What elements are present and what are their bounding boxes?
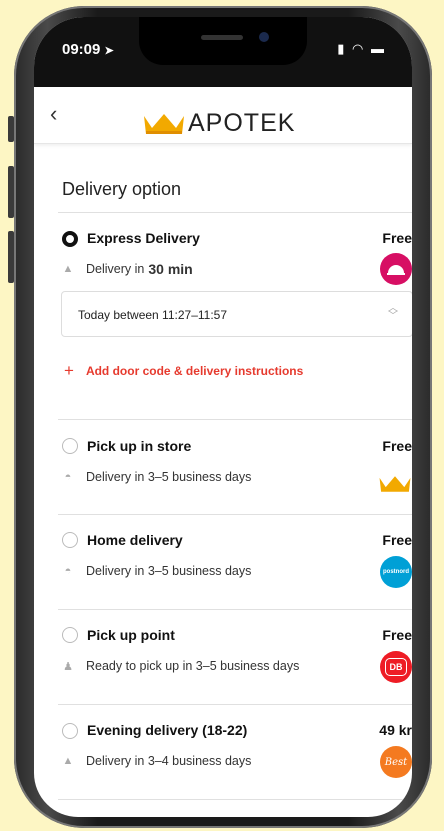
foodora-logo <box>380 253 412 285</box>
radio-evening-delivery[interactable] <box>62 723 78 739</box>
option-price: Free <box>382 230 412 246</box>
radio-home-delivery[interactable] <box>62 532 78 548</box>
divider <box>58 799 412 800</box>
option-sub-time: 30 min <box>148 261 193 277</box>
add-instructions-label: Add door code & delivery instructions <box>85 364 304 378</box>
crown-icon <box>144 113 184 134</box>
option-sub-text: Delivery in 3–5 business days <box>86 470 252 484</box>
location-arrow-icon: ➤ <box>104 45 114 57</box>
option-subtitle: ♟ Ready to pick up in 3–5 business days <box>62 659 299 673</box>
page-title: Delivery option <box>62 179 182 199</box>
system-icons: ▮ ◠ ▬ <box>337 41 386 57</box>
option-price: Free <box>382 532 412 548</box>
divider <box>58 514 412 515</box>
status-time-text: 09:09 <box>62 41 101 58</box>
battery-icon: ▬ <box>371 41 386 56</box>
apotek-logo: APOTEK <box>142 109 295 138</box>
option-sub-prefix: Delivery in <box>86 262 145 276</box>
db-logo-text: DB <box>385 658 407 676</box>
chevron-left-icon: ‹ <box>50 101 58 126</box>
back-button[interactable]: ‹ <box>50 101 57 127</box>
divider <box>58 609 412 610</box>
radio-pickup-point[interactable] <box>62 627 78 643</box>
up-down-chevron-icon: ︿ ﹀ <box>388 303 398 322</box>
mute-switch <box>8 116 14 142</box>
option-subtitle: ◓ Delivery in 3–5 business days <box>62 470 252 484</box>
option-title: Pick up point <box>87 627 175 643</box>
time-select-value: Today between 11:27–11:57 <box>78 308 228 322</box>
option-price: Free <box>382 438 412 454</box>
volume-down-button <box>8 231 14 283</box>
notch <box>139 17 307 65</box>
option-sub-text: Delivery in 3–5 business days <box>86 564 252 578</box>
db-schenker-logo: DB <box>380 651 412 683</box>
postnord-logo: postnord <box>380 556 412 588</box>
best-logo: Best <box>380 746 412 778</box>
divider <box>58 212 412 213</box>
speaker <box>201 35 243 40</box>
app-header: ‹ APOTEK <box>34 87 412 144</box>
option-title: Evening delivery (18-22) <box>87 722 248 738</box>
option-subtitle: ▲ Delivery in 3–4 business days <box>62 754 252 768</box>
radio-store-pickup[interactable] <box>62 438 78 454</box>
plus-icon: + <box>64 361 74 380</box>
radio-express[interactable] <box>62 231 78 247</box>
apotek-crown-logo <box>379 476 411 492</box>
option-title: Home delivery <box>87 532 183 548</box>
option-subtitle: ◓ Delivery in 3–5 business days <box>62 564 252 578</box>
phone-screen: 09:09 ➤ ▮ ◠ ▬ ‹ APOTEK Delivery option E… <box>34 17 412 817</box>
option-price: Free <box>382 627 412 643</box>
person-icon: ♟ <box>63 661 73 673</box>
wifi-icon: ◠ <box>352 41 366 56</box>
divider <box>58 419 412 420</box>
signal-icon: ▮ <box>337 41 347 56</box>
car-icon: ◓ <box>64 565 72 577</box>
add-instructions-link[interactable]: + Add door code & delivery instructions <box>64 361 303 381</box>
delivery-options-panel: Delivery option Express Delivery Free ▲ … <box>34 143 412 817</box>
option-price: 49 kr <box>379 722 412 738</box>
divider <box>58 704 412 705</box>
option-title: Express Delivery <box>87 230 200 246</box>
store-icon: ▲ <box>62 263 74 275</box>
car-icon: ◓ <box>64 471 72 483</box>
status-time: 09:09 ➤ <box>62 41 114 58</box>
front-camera <box>259 32 269 42</box>
time-select[interactable]: Today between 11:27–11:57 ︿ ﹀ <box>61 291 412 337</box>
option-sub-text: Delivery in 3–4 business days <box>86 754 252 768</box>
logo-text: APOTEK <box>188 109 296 137</box>
status-bar: 09:09 ➤ ▮ ◠ ▬ <box>34 17 412 87</box>
store-icon: ▲ <box>62 755 74 767</box>
option-sub-text: Ready to pick up in 3–5 business days <box>86 659 300 673</box>
option-subtitle: ▲ Delivery in 30 min <box>62 261 193 277</box>
volume-up-button <box>8 166 14 218</box>
option-title: Pick up in store <box>87 438 192 454</box>
